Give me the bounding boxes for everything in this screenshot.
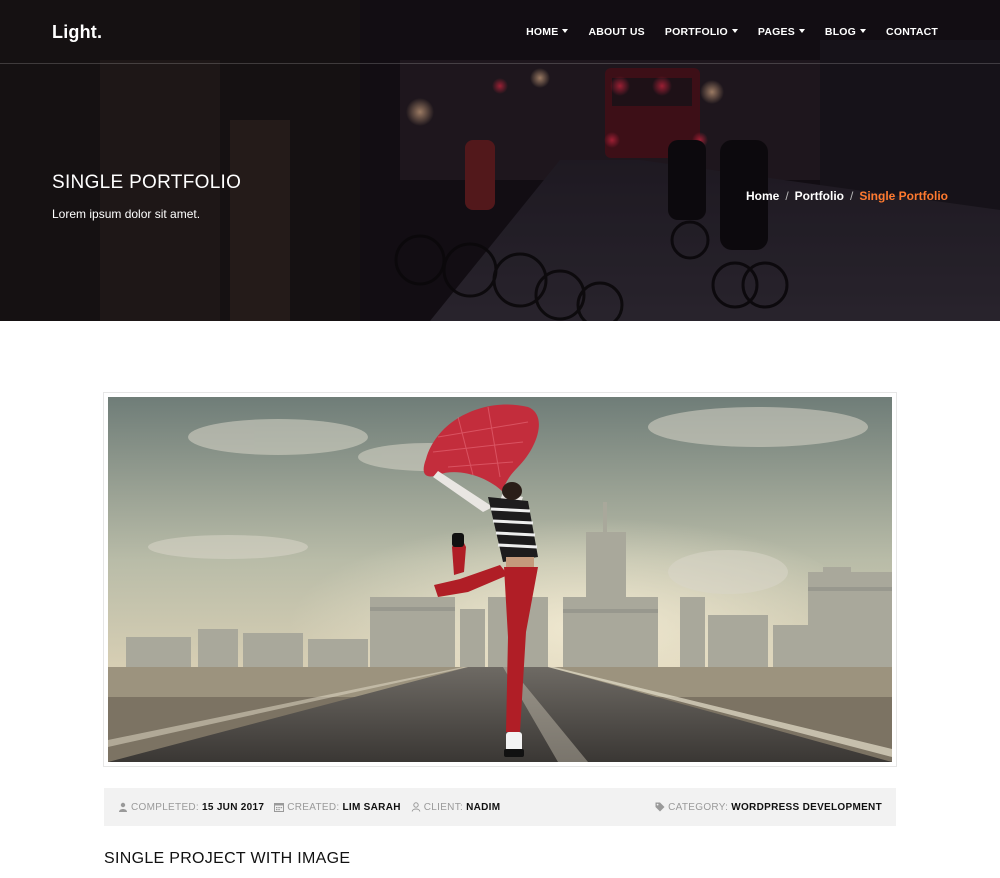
nav-contact-label: CONTACT — [886, 26, 938, 38]
page-title: SINGLE PORTFOLIO — [52, 172, 242, 193]
meta-category: CATEGORY: WORDPRESS DEVELOPMENT — [655, 802, 882, 813]
nav-portfolio-label: PORTFOLIO — [664, 26, 728, 38]
breadcrumb-current: Single Portfolio — [859, 189, 948, 203]
breadcrumb-portfolio-link[interactable]: Portfolio — [795, 189, 844, 203]
tag-icon — [655, 802, 665, 812]
project-meta-left: COMPLETED: 15 JUN 2017 CREATED: LIM SARA… — [118, 802, 500, 813]
project-meta-bar: COMPLETED: 15 JUN 2017 CREATED: LIM SARA… — [104, 788, 896, 826]
meta-client-label: CLIENT: — [423, 801, 464, 813]
page-subtitle: Lorem ipsum dolor sit amet. — [52, 207, 201, 221]
project-image-frame — [103, 392, 897, 767]
meta-created-label: CREATED: — [287, 801, 340, 813]
meta-completed: COMPLETED: 15 JUN 2017 — [118, 802, 264, 813]
breadcrumb-separator: / — [849, 189, 854, 203]
chevron-down-icon — [562, 29, 569, 33]
hero-banner: Light. HOME ABOUT US PORTFOLIO PAGES BLO… — [0, 0, 1000, 321]
project-image — [108, 397, 892, 762]
top-navbar: Light. HOME ABOUT US PORTFOLIO PAGES BLO… — [0, 0, 1000, 64]
nav-item-about[interactable]: ABOUT US — [588, 26, 644, 38]
chevron-down-icon — [798, 29, 805, 33]
nav-pages-label: PAGES — [757, 26, 795, 38]
chevron-down-icon — [731, 29, 738, 33]
project-meta-right: CATEGORY: WORDPRESS DEVELOPMENT — [655, 802, 882, 813]
meta-category-label: CATEGORY: — [668, 801, 729, 813]
section-title: SINGLE PROJECT WITH IMAGE — [104, 850, 351, 867]
meta-created-value: LIM SARAH — [342, 801, 401, 813]
nav-item-portfolio[interactable]: PORTFOLIO — [665, 26, 738, 38]
calendar-icon — [274, 803, 285, 812]
nav-blog-label: BLOG — [824, 26, 857, 38]
nav-item-blog[interactable]: BLOG — [824, 26, 867, 38]
user-icon — [119, 802, 127, 812]
nav-item-pages[interactable]: PAGES — [758, 26, 805, 38]
meta-completed-value: 15 JUN 2017 — [202, 801, 265, 813]
nav-about-label: ABOUT US — [588, 26, 645, 38]
chevron-down-icon — [860, 29, 867, 33]
meta-client-value: NADIM — [466, 801, 501, 813]
nav-item-home[interactable]: HOME — [526, 26, 569, 38]
main-menu: HOME ABOUT US PORTFOLIO PAGES BLOG CONTA… — [526, 26, 938, 38]
meta-created: CREATED: LIM SARAH — [274, 802, 401, 813]
nav-item-contact[interactable]: CONTACT — [886, 26, 938, 38]
breadcrumb-home-link[interactable]: Home — [746, 189, 779, 203]
nav-home-label: HOME — [526, 26, 559, 38]
breadcrumb: Home / Portfolio / Single Portfolio — [746, 189, 948, 203]
user-outline-icon — [411, 802, 421, 812]
site-logo[interactable]: Light. — [52, 22, 102, 43]
meta-client: CLIENT: NADIM — [411, 802, 501, 813]
meta-completed-label: COMPLETED: — [131, 801, 200, 813]
meta-category-value[interactable]: WORDPRESS DEVELOPMENT — [731, 802, 882, 813]
breadcrumb-separator: / — [785, 189, 789, 203]
